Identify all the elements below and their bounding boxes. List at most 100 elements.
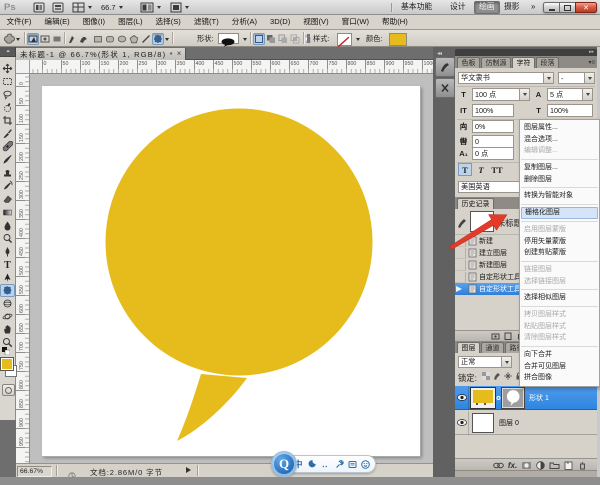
leading-dropdown-icon[interactable] bbox=[582, 88, 593, 101]
tab-layers[interactable]: 图层 bbox=[457, 342, 480, 353]
gradient-tool[interactable] bbox=[0, 206, 15, 219]
panel-resize-strip[interactable] bbox=[455, 470, 597, 477]
menu-item[interactable]: 帮助(H) bbox=[376, 15, 415, 29]
lasso-tool[interactable] bbox=[0, 88, 15, 101]
foreground-color-swatch[interactable] bbox=[1, 358, 13, 370]
marquee-tool[interactable] bbox=[0, 75, 15, 88]
new-document-from-state-icon[interactable] bbox=[504, 332, 512, 340]
snapshot-thumbnail[interactable] bbox=[470, 211, 494, 233]
shape-layers-mode-button[interactable] bbox=[27, 33, 39, 45]
ime-fullwidth-icon[interactable] bbox=[308, 459, 316, 469]
bridge-icon[interactable] bbox=[33, 2, 45, 13]
document-tab[interactable]: 未标题-1 @ 66.7%(形状 1, RGB/8) * × bbox=[16, 48, 186, 60]
lock-transparent-icon[interactable] bbox=[481, 371, 490, 380]
context-menu-item[interactable]: 启用图层蒙版 bbox=[520, 224, 599, 236]
ime-keyboard-icon[interactable] bbox=[348, 459, 357, 469]
workspace-photography[interactable]: 摄影 bbox=[500, 1, 524, 13]
path-selection-tool[interactable] bbox=[0, 271, 15, 284]
clone-source-panel-icon[interactable] bbox=[435, 78, 455, 98]
pen-tool-button[interactable] bbox=[66, 33, 78, 45]
context-menu-item[interactable]: 拼合图像 bbox=[520, 372, 599, 384]
context-menu-item[interactable]: 合并可见图层 bbox=[520, 361, 599, 373]
panel-group-header[interactable]: ▸▸ bbox=[455, 49, 597, 56]
context-menu-item[interactable]: 栅格化图层 bbox=[521, 207, 598, 219]
shape-tool[interactable] bbox=[0, 284, 15, 297]
blend-mode-field[interactable]: 正常 bbox=[458, 356, 502, 368]
blur-tool[interactable] bbox=[0, 219, 15, 232]
context-menu-item[interactable]: 链接图层 bbox=[520, 264, 599, 276]
menu-item[interactable]: 选择(S) bbox=[149, 15, 187, 29]
menu-item[interactable]: 编辑(E) bbox=[38, 15, 76, 29]
freeform-pen-button[interactable] bbox=[78, 33, 90, 45]
layer-style-icon[interactable]: fx. bbox=[506, 460, 519, 471]
workspace-essentials[interactable]: 基本功能 bbox=[397, 1, 436, 13]
tab-history[interactable]: 历史记录 bbox=[457, 198, 494, 209]
context-menu-item[interactable]: 图层属性... bbox=[520, 122, 599, 134]
faux-bold-button[interactable]: T bbox=[458, 163, 472, 176]
dodge-tool[interactable] bbox=[0, 232, 15, 245]
move-tool[interactable] bbox=[0, 62, 15, 75]
ime-logo[interactable]: Q bbox=[271, 451, 297, 477]
history-source-checkbox[interactable] bbox=[455, 272, 466, 283]
brush-panel-icon[interactable] bbox=[435, 57, 455, 77]
font-family-dropdown-icon[interactable] bbox=[543, 72, 554, 84]
new-layer-icon[interactable] bbox=[562, 460, 575, 471]
vector-mask-thumbnail[interactable] bbox=[502, 388, 524, 408]
font-style-dropdown-icon[interactable] bbox=[584, 72, 595, 84]
brush-tool[interactable] bbox=[0, 153, 15, 166]
restore-button[interactable] bbox=[559, 2, 575, 13]
status-zoom-field[interactable]: 66.67% bbox=[17, 466, 52, 477]
context-menu-item[interactable]: 创建剪贴蒙版 bbox=[520, 247, 599, 259]
font-family-field[interactable]: 华文隶书 bbox=[458, 72, 544, 84]
tab-paragraph[interactable]: 段落 bbox=[536, 57, 559, 68]
tab-swatches[interactable]: 色板 bbox=[457, 57, 480, 68]
language-field[interactable]: 美国英语 bbox=[458, 181, 520, 193]
close-button[interactable]: ✕ bbox=[575, 2, 597, 13]
baseline-shift-field[interactable]: 0 点 bbox=[472, 147, 514, 160]
paths-mode-button[interactable] bbox=[39, 33, 51, 45]
tool-preset-icon[interactable] bbox=[3, 33, 15, 45]
vertical-scale-field[interactable]: 100% bbox=[472, 104, 514, 117]
menu-item[interactable]: 视图(V) bbox=[297, 15, 335, 29]
workspace-overflow-chevron[interactable]: » bbox=[527, 1, 539, 13]
context-menu-item[interactable]: 转换为智能对象 bbox=[520, 190, 599, 202]
menu-item[interactable]: 3D(D) bbox=[264, 15, 297, 29]
layer-thumbnail[interactable] bbox=[472, 413, 494, 433]
context-menu-item[interactable]: 复制图层... bbox=[520, 162, 599, 174]
new-group-icon[interactable] bbox=[548, 460, 561, 471]
menu-item[interactable]: 图像(I) bbox=[76, 15, 111, 29]
rounded-rectangle-tool-button[interactable] bbox=[104, 33, 116, 45]
subtract-shape-area-op-button[interactable] bbox=[277, 33, 289, 45]
font-size-field[interactable]: 100 点 bbox=[472, 88, 520, 101]
crop-tool[interactable] bbox=[0, 114, 15, 127]
history-brush-tool[interactable] bbox=[0, 179, 15, 192]
shape-color-swatch[interactable] bbox=[389, 33, 407, 46]
zoom-level-control[interactable]: 66.7 bbox=[101, 2, 123, 13]
context-menu-item[interactable]: 清除图层样式 bbox=[520, 332, 599, 344]
minimize-button[interactable] bbox=[543, 2, 559, 13]
menu-item[interactable]: 文件(F) bbox=[0, 15, 38, 29]
context-menu-item[interactable]: 向下合并 bbox=[520, 349, 599, 361]
add-mask-icon[interactable] bbox=[520, 460, 533, 471]
layer-row-background[interactable]: 图层 0 bbox=[455, 411, 597, 435]
layer-visibility-cell[interactable] bbox=[455, 386, 469, 410]
quick-selection-tool[interactable] bbox=[0, 101, 15, 114]
status-menu-arrow-icon[interactable] bbox=[186, 467, 191, 473]
type-tool[interactable]: T bbox=[0, 258, 15, 271]
context-menu-item[interactable]: 混合选项... bbox=[520, 134, 599, 146]
context-menu-item[interactable]: 停用矢量蒙版 bbox=[520, 236, 599, 248]
layer-row-shape[interactable]: 形状 1 bbox=[455, 386, 597, 410]
hand-tool[interactable] bbox=[0, 323, 15, 336]
view-extras-icon[interactable] bbox=[72, 2, 92, 13]
layer-visibility-cell[interactable] bbox=[455, 411, 469, 435]
toolbox-header[interactable]: ▪▪ bbox=[0, 47, 16, 57]
ime-punctuation-icon[interactable]: ‥ bbox=[322, 459, 328, 469]
menu-item[interactable]: 图层(L) bbox=[112, 15, 149, 29]
ime-settings-icon[interactable] bbox=[335, 459, 344, 469]
3d-orbit-tool[interactable] bbox=[0, 310, 15, 323]
shape-preview-swatch[interactable] bbox=[218, 33, 239, 44]
lock-position-icon[interactable] bbox=[503, 371, 512, 380]
screen-mode-icon[interactable] bbox=[170, 2, 189, 13]
blend-mode-dropdown-icon[interactable] bbox=[501, 356, 512, 368]
healing-brush-tool[interactable] bbox=[0, 140, 15, 153]
